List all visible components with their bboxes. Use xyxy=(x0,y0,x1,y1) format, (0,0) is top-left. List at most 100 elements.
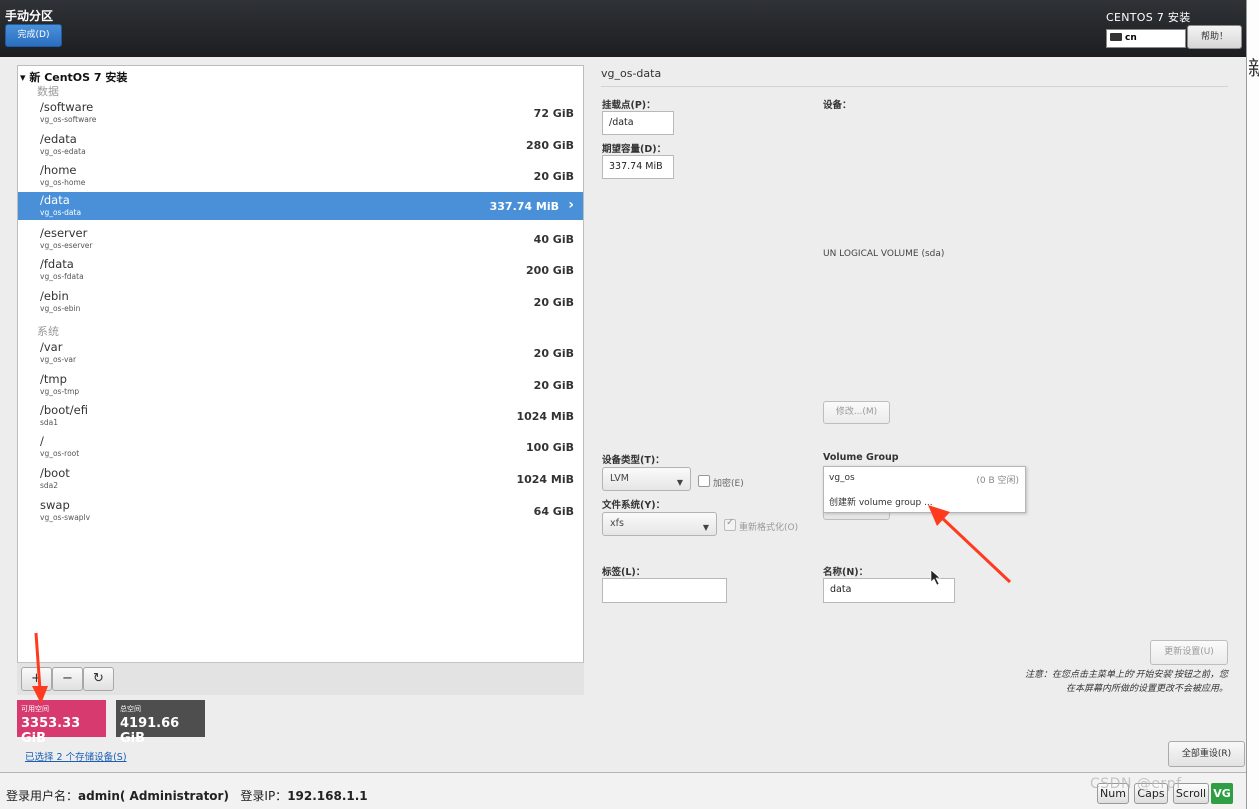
mount-point: /tmp xyxy=(40,372,67,386)
device-type-select[interactable]: LVM ▼ xyxy=(602,467,691,491)
device-name: vg_os-data xyxy=(40,208,82,217)
section-label-system: 系统 xyxy=(37,325,59,338)
mount-row-ebin[interactable]: /ebin vg_os-ebin 20 GiB xyxy=(18,288,583,316)
mount-point: /ebin xyxy=(40,289,69,303)
mount-point: /var xyxy=(40,340,63,354)
encrypt-label: 加密(E) xyxy=(713,479,744,489)
mount-row-tmp[interactable]: /tmp vg_os-tmp 20 GiB xyxy=(18,371,583,399)
volume-group-label: Volume Group xyxy=(823,452,899,463)
filesystem-label: 文件系统(Y)： xyxy=(602,500,666,511)
mount-point: / xyxy=(40,434,44,448)
available-space-box: 可用空间 3353.33 GiB xyxy=(17,700,106,746)
mount-size: 40 GiB xyxy=(533,233,574,246)
name-input[interactable]: data xyxy=(823,578,955,603)
mount-size: 337.74 MiB xyxy=(489,200,559,213)
device-name: vg_os-edata xyxy=(40,147,86,156)
mount-point: /fdata xyxy=(40,257,74,271)
section-label-data: 数据 xyxy=(37,85,59,98)
mount-row-fdata[interactable]: /fdata vg_os-fdata 200 GiB xyxy=(18,256,583,284)
device-type-label: 设备类型(T)： xyxy=(602,455,665,466)
mount-row-boot[interactable]: /boot sda2 1024 MiB xyxy=(18,465,583,493)
device-label: 设备： xyxy=(823,100,852,111)
device-name: vg_os-ebin xyxy=(40,304,81,313)
mount-size: 1024 MiB xyxy=(516,473,574,486)
settings-note-line2: 在本屏幕内所做的设置更改不会被应用。 xyxy=(1065,684,1228,694)
chevron-right-icon: › xyxy=(568,197,574,213)
mount-row-edata[interactable]: /edata vg_os-edata 280 GiB xyxy=(18,131,583,159)
mount-size: 20 GiB xyxy=(533,296,574,309)
mount-point: /boot/efi xyxy=(40,403,88,417)
name-label: 名称(N)： xyxy=(823,567,869,578)
device-name: vg_os-eserver xyxy=(40,241,93,250)
device-name: sda1 xyxy=(40,418,59,427)
mount-size: 64 GiB xyxy=(533,505,574,518)
mount-size: 20 GiB xyxy=(533,379,574,392)
mount-size: 200 GiB xyxy=(526,264,574,277)
volume-group-dropdown-menu: vg_os (0 B 空闲) 创建新 volume group ... xyxy=(823,466,1026,513)
mount-size: 1024 MiB xyxy=(516,410,574,423)
desired-capacity-input[interactable]: 337.74 MiB xyxy=(602,155,674,179)
reset-all-button[interactable]: 全部重设(R) xyxy=(1168,741,1245,767)
header-bar: 手动分区 完成(D) CENTOS 7 安装 cn 帮助！ xyxy=(0,0,1246,57)
desired-capacity-label: 期望容量(D)： xyxy=(602,144,667,155)
device-name: vg_os-swaplv xyxy=(40,513,91,522)
login-ip-label: 登录IP： xyxy=(240,789,288,803)
watermark: CSDN @erpf xyxy=(1090,776,1182,792)
tree-toolbar: + − ↻ xyxy=(17,662,584,695)
mount-row-boot-efi[interactable]: /boot/efi sda1 1024 MiB xyxy=(18,402,583,430)
mount-size: 280 GiB xyxy=(526,139,574,152)
update-settings-button[interactable]: 更新设置(U) xyxy=(1150,640,1228,665)
login-ip-value: 192.168.1.1 xyxy=(287,789,368,803)
encrypt-checkbox[interactable] xyxy=(698,475,710,487)
reformat-checkbox[interactable] xyxy=(724,517,736,531)
status-footer: 登录用户名：admin( Administrator) 登录IP：192.168… xyxy=(0,772,1246,809)
selected-storage-devices-link[interactable]: 已选择 2 个存储设备(S) xyxy=(25,749,127,763)
mount-point-input[interactable]: /data xyxy=(602,111,674,135)
mount-row-var[interactable]: /var vg_os-var 20 GiB xyxy=(18,339,583,367)
mount-point: /eserver xyxy=(40,226,88,240)
tag-label: 标签(L)： xyxy=(602,567,646,578)
dropdown-arrow-icon: ▼ xyxy=(702,523,709,532)
device-name: sda2 xyxy=(40,481,59,490)
main-area: ▾ 新 CentOS 7 安装 数据 /software vg_os-softw… xyxy=(0,57,1246,772)
page-title: 手动分区 xyxy=(5,9,54,23)
tag-input[interactable] xyxy=(602,578,727,603)
available-space-label: 可用空间 xyxy=(21,705,49,713)
mount-row-software[interactable]: /software vg_os-software 72 GiB xyxy=(18,99,583,127)
keyboard-icon xyxy=(1110,33,1122,41)
mount-row-root[interactable]: / vg_os-root 100 GiB xyxy=(18,433,583,461)
mount-row-eserver[interactable]: /eserver vg_os-eserver 40 GiB xyxy=(18,225,583,253)
mount-point: /home xyxy=(40,163,77,177)
login-info: 登录用户名：admin( Administrator) 登录IP：192.168… xyxy=(6,787,368,804)
vg-option-create-new[interactable]: 创建新 volume group ... xyxy=(829,495,933,508)
mount-point-tree: ▾ 新 CentOS 7 安装 数据 /software vg_os-softw… xyxy=(17,65,584,695)
mount-size: 72 GiB xyxy=(533,107,574,120)
dropdown-arrow-icon: ▼ xyxy=(676,478,683,487)
done-button[interactable]: 完成(D) xyxy=(5,24,62,47)
mount-point: swap xyxy=(40,498,70,512)
filesystem-value: xfs xyxy=(610,518,624,529)
reformat-label: 重新格式化(O) xyxy=(739,523,799,533)
filesystem-select[interactable]: xfs ▼ xyxy=(602,512,717,536)
device-type-value: LVM xyxy=(610,473,629,484)
refresh-icon[interactable]: ↻ xyxy=(83,667,114,691)
vg-option-vg-os[interactable]: vg_os xyxy=(829,473,855,483)
mount-row-data-selected[interactable]: /data vg_os-data 337.74 MiB › xyxy=(18,192,583,220)
device-name: vg_os-var xyxy=(40,355,77,364)
device-name: vg_os-tmp xyxy=(40,387,80,396)
device-description: UN LOGICAL VOLUME (sda) xyxy=(823,249,945,259)
remove-mount-point-button[interactable]: − xyxy=(52,667,83,691)
keyboard-layout-indicator[interactable]: cn xyxy=(1106,29,1186,48)
mount-row-swap[interactable]: swap vg_os-swaplv 64 GiB xyxy=(18,497,583,525)
modify-button[interactable]: 修改...(M) xyxy=(823,401,890,424)
device-name: vg_os-root xyxy=(40,449,80,458)
mount-point-label: 挂载点(P)： xyxy=(602,100,656,111)
help-button[interactable]: 帮助！ xyxy=(1187,25,1242,49)
vg-option-free-space: (0 B 空闲) xyxy=(976,476,1019,486)
app-logo: VG xyxy=(1211,783,1233,804)
background-window-glyph: 新 xyxy=(1248,56,1259,80)
mount-row-home[interactable]: /home vg_os-home 20 GiB xyxy=(18,162,583,190)
detail-separator xyxy=(601,86,1228,87)
device-name: vg_os-home xyxy=(40,178,86,187)
add-mount-point-button[interactable]: + xyxy=(21,667,52,691)
